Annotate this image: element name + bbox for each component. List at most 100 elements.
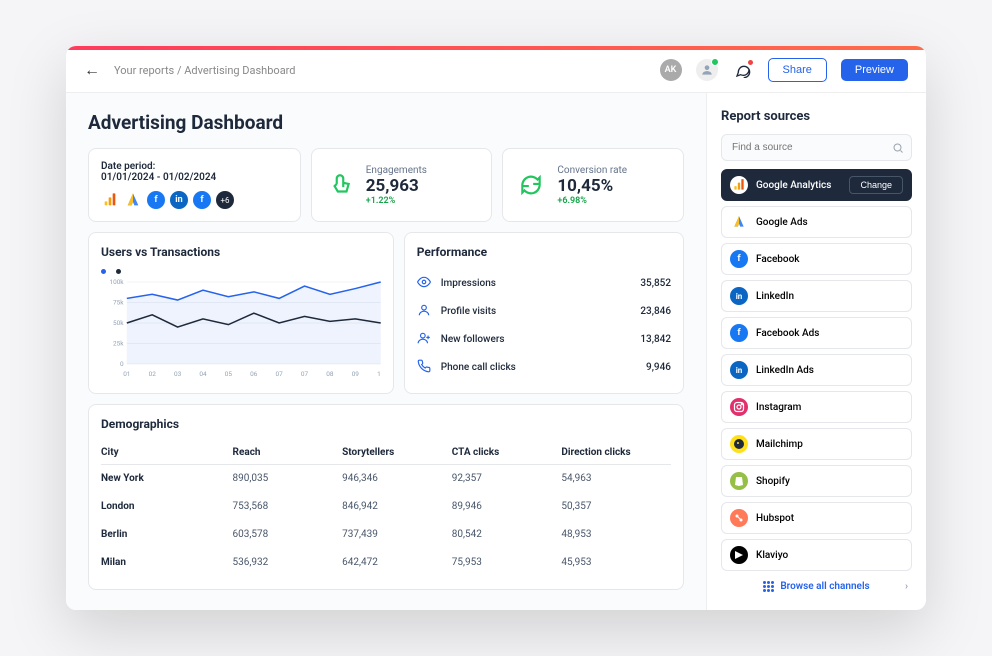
city-cell: London — [101, 501, 233, 512]
svg-text:01: 01 — [123, 370, 130, 378]
chart-area: 100k75k50k25k00102030405060707080910 — [101, 278, 381, 378]
pointer-icon — [324, 169, 356, 201]
source-icon: in — [730, 287, 748, 305]
source-name: Google Analytics — [756, 180, 841, 191]
performance-row: Impressions35,852 — [417, 269, 671, 297]
search-icon — [892, 142, 904, 154]
direction-cell: 50,357 — [561, 501, 671, 512]
legend-users-dot — [101, 269, 106, 274]
cta-cell: 92,357 — [452, 473, 562, 484]
legend-transactions-dot — [116, 269, 121, 274]
source-item[interactable]: fFacebook Ads — [721, 317, 912, 349]
source-icon: in — [730, 361, 748, 379]
source-icon — [730, 472, 748, 490]
performance-row: New followers 13,842 — [417, 325, 671, 353]
conversion-card: Conversion rate 10,45% +6.98% — [502, 148, 684, 222]
back-arrow-icon[interactable]: ← — [84, 60, 100, 80]
source-name: Hubspot — [756, 513, 903, 524]
google-analytics-icon — [101, 191, 119, 209]
svg-text:50k: 50k — [113, 319, 124, 327]
chart-title: Users vs Transactions — [101, 245, 381, 259]
source-item[interactable]: Hubspot — [721, 502, 912, 534]
source-item[interactable]: Shopify — [721, 465, 912, 497]
topbar: ← Your reports / Advertising Dashboard A… — [66, 46, 926, 93]
city-cell: New York — [101, 473, 233, 484]
direction-cell: 45,953 — [561, 557, 671, 568]
date-period-card: Date period: 01/01/2024 - 01/02/2024 f i… — [88, 148, 301, 222]
performance-row: Profile visits23,846 — [417, 297, 671, 325]
browse-all-channels[interactable]: Browse all channels › — [721, 571, 912, 594]
more-sources-badge[interactable]: +6 — [216, 191, 234, 209]
search-box — [721, 134, 912, 161]
source-name: Facebook — [756, 254, 903, 265]
reach-cell: 890,035 — [233, 473, 343, 484]
source-item[interactable]: fFacebook — [721, 243, 912, 275]
avatar-user[interactable] — [696, 59, 718, 81]
perf-icon — [417, 275, 433, 291]
table-row: London753,568846,94289,94650,357 — [101, 493, 671, 521]
source-item[interactable]: Mailchimp — [721, 428, 912, 460]
source-name: Mailchimp — [756, 439, 903, 450]
perf-label: New followers — [441, 334, 505, 345]
share-button[interactable]: Share — [768, 58, 827, 82]
chat-icon[interactable] — [732, 59, 754, 81]
conversion-value: 10,45% — [557, 176, 627, 196]
perf-label: Phone call clicks — [441, 362, 516, 373]
svg-text:06: 06 — [250, 370, 258, 378]
engagements-change: +1.22% — [366, 196, 427, 206]
sidebar-title: Report sources — [721, 109, 912, 124]
table-row: New York890,035946,34692,35754,963 — [101, 465, 671, 493]
source-item[interactable]: Klaviyo — [721, 539, 912, 571]
change-button[interactable]: Change — [849, 176, 903, 194]
source-item[interactable]: Google Analytics Change — [721, 169, 912, 201]
demographics-title: Demographics — [101, 417, 671, 431]
cta-cell: 75,953 — [452, 557, 562, 568]
column-header: City — [101, 447, 233, 458]
city-cell: Milan — [101, 557, 233, 568]
svg-text:07: 07 — [276, 370, 284, 378]
sidebar: Report sources Google AnalyticsChangeGoo… — [706, 93, 926, 610]
engagements-label: Engagements — [366, 165, 427, 176]
date-range: 01/01/2024 - 01/02/2024 — [101, 172, 288, 183]
source-item[interactable]: inLinkedIn — [721, 280, 912, 312]
source-icon — [730, 509, 748, 527]
storytellers-cell: 946,346 — [342, 473, 452, 484]
performance-row: Phone call clicks 9,946 — [417, 353, 671, 381]
preview-button[interactable]: Preview — [841, 59, 908, 81]
source-icon — [730, 176, 748, 194]
browse-label: Browse all channels — [780, 581, 869, 592]
svg-text:75k: 75k — [113, 299, 124, 307]
column-header: Direction clicks — [561, 447, 671, 458]
source-item[interactable]: Google Ads — [721, 206, 912, 238]
source-icon: f — [730, 324, 748, 342]
avatar-ak[interactable]: AK — [660, 59, 682, 81]
svg-text:25k: 25k — [113, 340, 124, 348]
perf-value: 9,946 — [646, 362, 671, 373]
demographics-table: CityReachStorytellersCTA clicksDirection… — [101, 441, 671, 577]
cta-cell: 89,946 — [452, 501, 562, 512]
facebook-ads-icon: f — [193, 191, 211, 209]
engagements-card: Engagements 25,963 +1.22% — [311, 148, 493, 222]
source-item[interactable]: inLinkedIn Ads — [721, 354, 912, 386]
perf-value: 13,842 — [640, 334, 671, 345]
breadcrumb[interactable]: Your reports / Advertising Dashboard — [114, 64, 646, 77]
direction-cell: 48,953 — [561, 529, 671, 540]
svg-text:07: 07 — [301, 370, 309, 378]
svg-text:04: 04 — [199, 370, 207, 378]
reach-cell: 603,578 — [233, 529, 343, 540]
table-header: CityReachStorytellersCTA clicksDirection… — [101, 441, 671, 465]
performance-card: Performance Impressions35,852Profile vis… — [404, 232, 684, 394]
date-label: Date period: — [101, 161, 288, 172]
city-cell: Berlin — [101, 529, 233, 540]
app-window: ← Your reports / Advertising Dashboard A… — [66, 46, 926, 610]
conversion-label: Conversion rate — [557, 165, 627, 176]
cta-cell: 80,542 — [452, 529, 562, 540]
source-item[interactable]: Instagram — [721, 391, 912, 423]
svg-text:09: 09 — [352, 370, 360, 378]
perf-icon — [417, 303, 433, 319]
svg-text:02: 02 — [149, 370, 157, 378]
search-input[interactable] — [721, 134, 912, 161]
source-name: Klaviyo — [756, 550, 903, 561]
svg-text:05: 05 — [225, 370, 233, 378]
reach-cell: 753,568 — [233, 501, 343, 512]
